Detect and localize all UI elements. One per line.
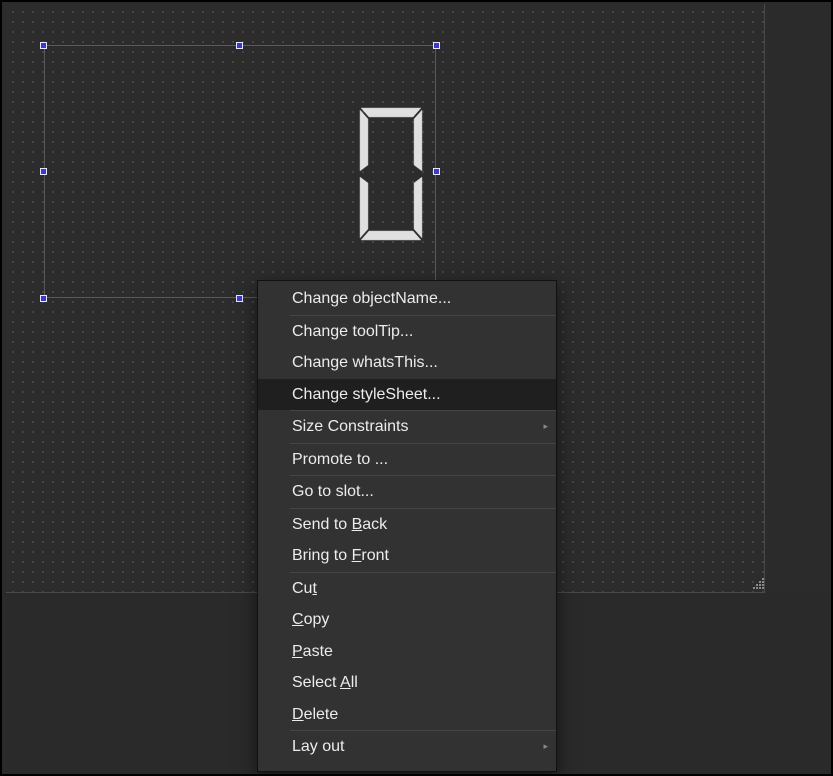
menu-item-label: Bring to Front <box>292 547 389 564</box>
mnemonic-letter: t <box>312 579 317 597</box>
selection-handle-top-center[interactable] <box>236 42 243 49</box>
submenu-arrow-icon: ▸ <box>543 741 548 751</box>
menu-item-send-to-back[interactable]: Send to Back <box>258 509 556 541</box>
selection-handle-middle-right[interactable] <box>433 168 440 175</box>
menu-item-label: Copy <box>292 611 330 628</box>
mnemonic-letter: F <box>351 547 362 564</box>
menu-item-lay-out[interactable]: Lay out ▸ <box>258 731 556 763</box>
menu-item-label: Select All <box>292 674 358 691</box>
selection-handle-bottom-center[interactable] <box>236 295 243 302</box>
menu-item-change-tooltip[interactable]: Change toolTip... <box>258 316 556 348</box>
mnemonic-letter: A <box>340 674 351 691</box>
mnemonic-letter: D <box>292 705 304 723</box>
menu-item-change-whatsthis[interactable]: Change whatsThis... <box>258 347 556 379</box>
selection-handle-middle-left[interactable] <box>40 168 47 175</box>
context-menu: Change objectName... Change toolTip... C… <box>257 280 557 772</box>
menu-item-paste[interactable]: Paste <box>258 636 556 668</box>
selection-handle-bottom-left[interactable] <box>40 295 47 302</box>
menu-item-copy[interactable]: Copy <box>258 604 556 636</box>
submenu-arrow-icon: ▸ <box>543 421 548 431</box>
menu-item-label: Delete <box>292 705 339 723</box>
mnemonic-letter: C <box>292 611 304 628</box>
menu-item-label: Cut <box>292 579 317 597</box>
menu-item-cut[interactable]: Cut <box>258 573 556 605</box>
selection-handle-top-left[interactable] <box>40 42 47 49</box>
mnemonic-letter: P <box>292 642 303 660</box>
lcd-digit-zero <box>359 107 423 241</box>
menu-item-size-constraints[interactable]: Size Constraints ▸ <box>258 411 556 443</box>
menu-item-promote-to[interactable]: Promote to ... <box>258 444 556 476</box>
menu-item-go-to-slot[interactable]: Go to slot... <box>258 476 556 508</box>
selection-handle-top-right[interactable] <box>433 42 440 49</box>
menu-item-bring-to-front[interactable]: Bring to Front <box>258 540 556 572</box>
menu-item-change-objectname[interactable]: Change objectName... <box>258 283 556 315</box>
menu-item-select-all[interactable]: Select All <box>258 667 556 699</box>
menu-item-change-stylesheet[interactable]: Change styleSheet... <box>258 378 556 410</box>
resize-grip-icon[interactable] <box>753 578 765 590</box>
menu-item-label: Send to Back <box>292 515 388 533</box>
menu-item-label: Paste <box>292 642 333 660</box>
menu-item-delete[interactable]: Delete <box>258 699 556 731</box>
mnemonic-letter: B <box>351 515 363 533</box>
